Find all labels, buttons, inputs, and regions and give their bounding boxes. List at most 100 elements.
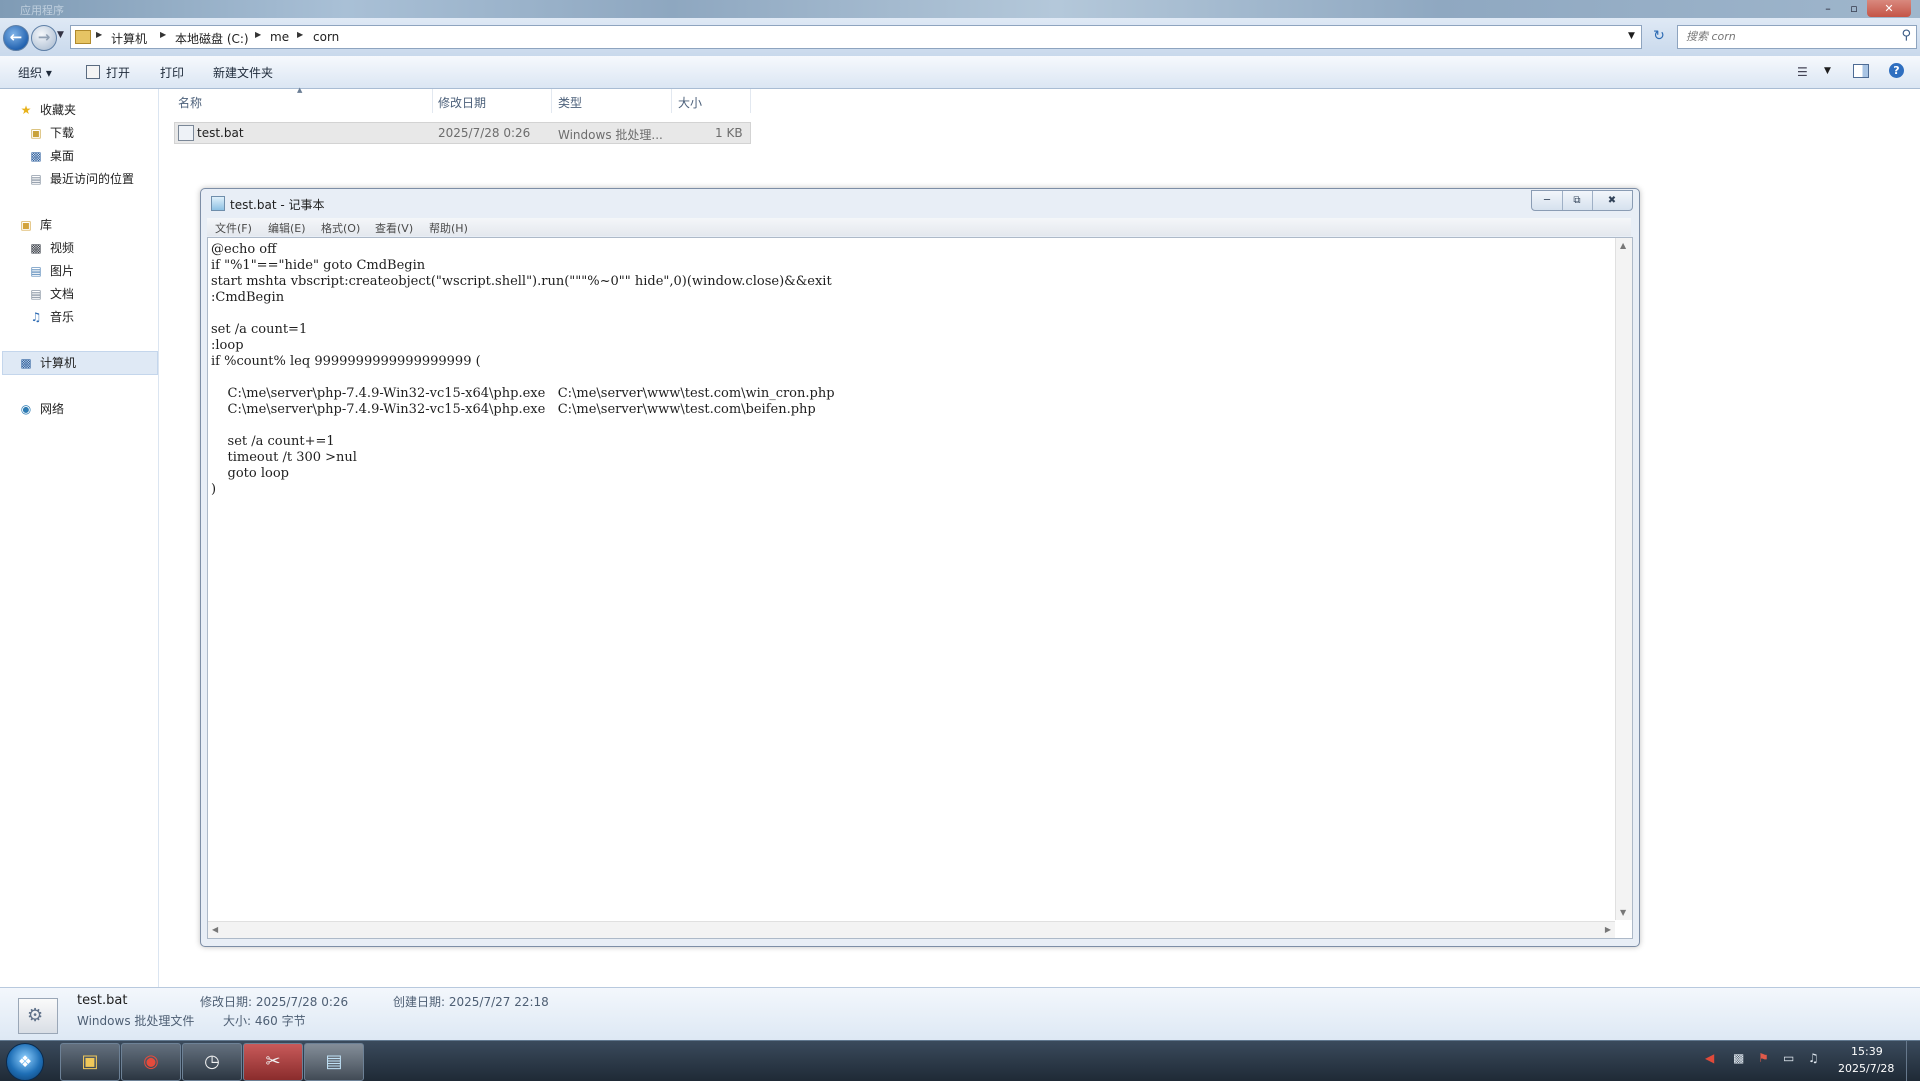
tool-app-icon[interactable]: ✂ <box>243 1043 303 1081</box>
minimize-button[interactable]: – <box>1815 0 1841 17</box>
notepad-close-button[interactable]: ✖ <box>1592 191 1632 210</box>
new-folder-button[interactable]: 新建文件夹 <box>213 64 273 81</box>
vertical-scrollbar[interactable]: ▲ ▼ <box>1615 238 1632 920</box>
column-divider[interactable] <box>432 89 433 113</box>
column-divider[interactable] <box>551 89 552 113</box>
file-modified: 2025/7/28 0:26 <box>438 126 531 140</box>
search-input[interactable] <box>1684 29 1888 44</box>
file-explorer-icon[interactable]: ▣ <box>60 1043 120 1081</box>
menu-view[interactable]: 查看(V) <box>375 220 413 236</box>
back-button[interactable]: ← <box>3 25 29 51</box>
videos-icon: ▩ <box>30 241 42 255</box>
view-dropdown-icon[interactable]: ▼ <box>1824 66 1831 76</box>
search-box[interactable]: ⚲ <box>1677 25 1917 49</box>
column-divider[interactable] <box>750 89 751 113</box>
print-button[interactable]: 打印 <box>160 64 184 81</box>
breadcrumb-separator-icon[interactable]: ▶ <box>297 30 303 39</box>
menu-file[interactable]: 文件(F) <box>215 220 252 236</box>
breadcrumb-separator-icon[interactable]: ▶ <box>96 30 102 39</box>
nav-network[interactable]: ◉ 网络 <box>18 400 64 418</box>
nav-favorites[interactable]: ★ 收藏夹 <box>18 101 76 119</box>
notepad-text-area[interactable]: @echo off if "%1"=="hide" goto CmdBegin … <box>207 237 1633 939</box>
volume-icon[interactable]: ♫ <box>1808 1051 1819 1065</box>
clock-date[interactable]: 2025/7/28 <box>1838 1062 1894 1075</box>
action-center-flag-icon[interactable]: ⚑ <box>1758 1051 1769 1065</box>
breadcrumb-corn[interactable]: corn <box>313 30 339 44</box>
column-header-size[interactable]: 大小 <box>678 94 702 111</box>
start-button[interactable]: ❖ <box>6 1043 44 1081</box>
maximize-button[interactable]: ▫ <box>1841 0 1867 17</box>
nav-libraries[interactable]: ▣ 库 <box>18 216 52 234</box>
file-size: 1 KB <box>715 126 743 140</box>
notepad-minimize-button[interactable]: ─ <box>1532 191 1563 210</box>
navigation-pane: ★ 收藏夹 ▣ 下载 ▩ 桌面 ▤ 最近访问的位置 ▣ 库 ▩ 视频 ▤ 图片 ▤ 文档 ♫ 音乐… <box>0 89 159 989</box>
taskbar: ❖ ▣ ◉ ◷ ✂ ▤ ◀ ▩ ⚑ ▭ ♫ 15:39 2025/7/28 <box>0 1040 1920 1081</box>
recent-pages-dropdown-icon[interactable]: ▼ <box>57 30 64 40</box>
notepad-maximize-button[interactable]: ⧉ <box>1562 191 1593 210</box>
scroll-down-icon[interactable]: ▼ <box>1620 908 1626 917</box>
horizontal-scrollbar[interactable]: ◀ ▶ <box>208 921 1615 938</box>
folder-icon <box>75 30 91 44</box>
libraries-icon: ▣ <box>20 218 32 232</box>
explorer-titlebar[interactable]: 应用程序 – ▫ ✕ <box>0 0 1920 18</box>
nav-videos[interactable]: ▩ 视频 <box>28 239 74 257</box>
breadcrumb-separator-icon[interactable]: ▶ <box>160 30 166 39</box>
preview-pane-icon[interactable] <box>1853 64 1869 78</box>
file-row[interactable]: test.bat 2025/7/28 0:26 Windows 批处理... 1… <box>174 122 751 144</box>
help-icon[interactable]: ? <box>1889 63 1904 78</box>
close-button[interactable]: ✕ <box>1867 0 1911 17</box>
refresh-icon[interactable]: ↻ <box>1648 25 1670 47</box>
address-bar[interactable]: ▶ 计算机 ▶ 本地磁盘 (C:) ▶ me ▶ corn ▼ <box>70 25 1642 49</box>
open-icon[interactable] <box>86 65 100 79</box>
file-name: test.bat <box>197 126 244 140</box>
nav-downloads[interactable]: ▣ 下载 <box>28 124 74 142</box>
menu-help[interactable]: 帮助(H) <box>429 220 468 236</box>
breadcrumb-separator-icon[interactable]: ▶ <box>255 30 261 39</box>
forward-button[interactable]: → <box>31 25 57 51</box>
chrome-icon[interactable]: ◉ <box>121 1043 181 1081</box>
breadcrumb-me[interactable]: me <box>270 30 289 44</box>
network-tray-icon[interactable]: ▭ <box>1783 1051 1794 1065</box>
open-button[interactable]: 打开 <box>106 64 130 81</box>
notepad-app-icon[interactable]: ▤ <box>304 1043 364 1081</box>
clock-time[interactable]: 15:39 <box>1851 1045 1883 1058</box>
nav-computer[interactable]: ▩ 计算机 <box>18 354 76 372</box>
network-icon: ◉ <box>20 402 32 416</box>
scroll-up-icon[interactable]: ▲ <box>1620 241 1626 250</box>
clock-app-icon[interactable]: ◷ <box>182 1043 242 1081</box>
input-method-icon[interactable]: ▩ <box>1733 1051 1744 1065</box>
column-header-modified[interactable]: 修改日期 <box>438 94 486 111</box>
nav-documents[interactable]: ▤ 文档 <box>28 285 74 303</box>
show-desktop-button[interactable] <box>1906 1041 1920 1081</box>
notepad-content[interactable]: @echo off if "%1"=="hide" goto CmdBegin … <box>211 242 835 498</box>
details-created: 创建日期: 2025/7/27 22:18 <box>393 995 549 1009</box>
column-header-name[interactable]: 名称 <box>178 94 202 111</box>
alert-icon[interactable]: ◀ <box>1705 1051 1714 1065</box>
command-bar: 组织 ▾ 打开 打印 新建文件夹 ☰ ▼ ? <box>0 56 1920 89</box>
scroll-left-icon[interactable]: ◀ <box>212 925 218 934</box>
scroll-right-icon[interactable]: ▶ <box>1605 925 1611 934</box>
menu-edit[interactable]: 编辑(E) <box>268 220 306 236</box>
breadcrumb-computer[interactable]: 计算机 <box>111 30 147 47</box>
desktop-icon: ▩ <box>30 149 42 163</box>
column-divider[interactable] <box>671 89 672 113</box>
menu-format[interactable]: 格式(O) <box>321 220 360 236</box>
gear-icon: ⚙ <box>27 1005 44 1026</box>
recent-places-icon: ▤ <box>30 172 42 186</box>
details-file-name: test.bat <box>77 993 128 1008</box>
notepad-titlebar[interactable]: test.bat - 记事本 ─ ⧉ ✖ <box>201 189 1639 217</box>
search-icon[interactable]: ⚲ <box>1901 28 1911 43</box>
view-options-icon[interactable]: ☰ <box>1797 65 1808 79</box>
notepad-icon <box>211 196 225 211</box>
details-size: 大小: 460 字节 <box>223 1014 306 1028</box>
column-header-type[interactable]: 类型 <box>558 94 582 111</box>
address-dropdown-icon[interactable]: ▼ <box>1628 31 1635 41</box>
nav-pictures[interactable]: ▤ 图片 <box>28 262 74 280</box>
nav-recent-places[interactable]: ▤ 最近访问的位置 <box>28 170 134 188</box>
organize-button[interactable]: 组织 ▾ <box>18 64 52 81</box>
breadcrumb-local-disk[interactable]: 本地磁盘 (C:) <box>175 30 249 47</box>
notepad-window-controls: ─ ⧉ ✖ <box>1531 190 1633 211</box>
nav-desktop[interactable]: ▩ 桌面 <box>28 147 74 165</box>
nav-music[interactable]: ♫ 音乐 <box>28 308 74 326</box>
sort-ascending-icon: ▲ <box>297 86 303 94</box>
